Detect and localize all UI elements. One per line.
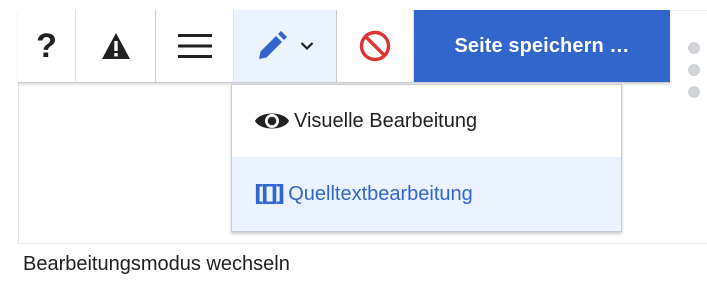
menu-item-label: Visuelle Bearbeitung	[294, 109, 478, 132]
save-page-button[interactable]: Seite speichern …	[414, 10, 670, 82]
dot	[688, 42, 700, 54]
cancel-button[interactable]	[337, 10, 414, 82]
menu-item-label: Quelltextbearbeitung	[288, 182, 473, 205]
pencil-icon	[259, 31, 287, 59]
editor-toolbar: ? Seite speichern …	[18, 10, 670, 83]
chevron-down-icon	[300, 42, 314, 51]
menu-item-source-editing[interactable]: [[]] Quelltextbearbeitung	[232, 157, 621, 231]
cancel-icon	[359, 30, 391, 62]
menu-icon	[177, 34, 212, 58]
help-icon: ?	[36, 27, 57, 65]
page-options-menu-button[interactable]	[156, 10, 234, 82]
eye-icon	[255, 113, 289, 129]
edit-mode-dropdown: Visuelle Bearbeitung [[]] Quelltextbearb…	[231, 84, 622, 232]
dot	[688, 86, 700, 98]
wikitext-icon: [[]]	[254, 181, 285, 207]
edit-mode-switch-button[interactable]	[234, 10, 337, 82]
notices-button[interactable]	[76, 10, 156, 82]
image-caption: Bearbeitungsmodus wechseln	[23, 253, 290, 275]
save-page-label: Seite speichern …	[454, 34, 630, 57]
alert-icon	[101, 33, 130, 59]
dot	[688, 64, 700, 76]
help-button[interactable]: ?	[18, 10, 76, 82]
more-options-dots-icon[interactable]	[688, 42, 700, 108]
menu-item-visual-editing[interactable]: Visuelle Bearbeitung	[232, 85, 621, 157]
